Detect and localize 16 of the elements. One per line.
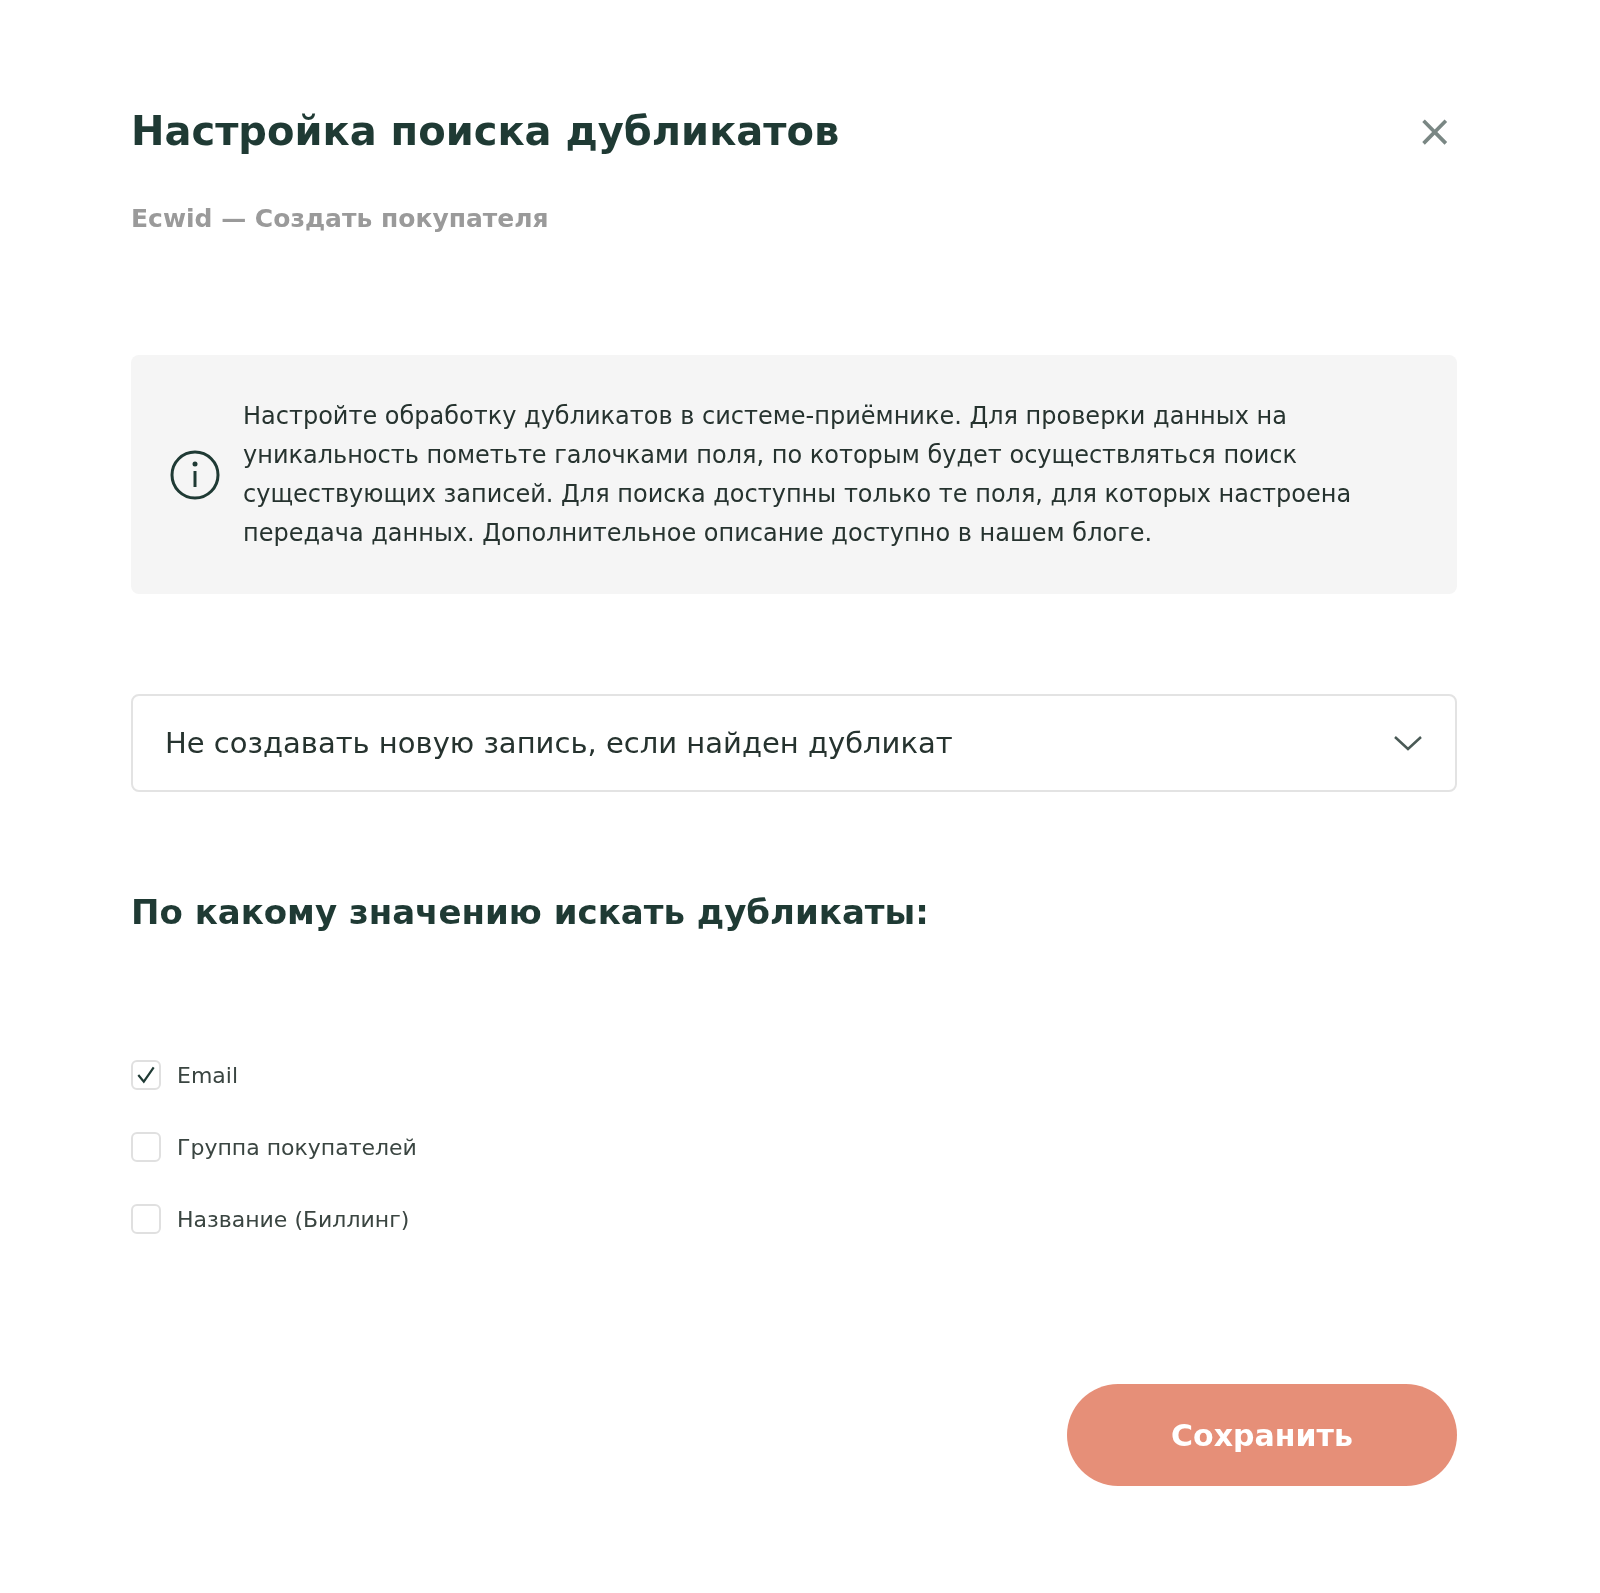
section-heading: По какому значению искать дубликаты: (131, 892, 930, 932)
checkbox-label: Группа покупателей (177, 1134, 417, 1160)
save-button[interactable]: Сохранить (1067, 1384, 1457, 1486)
info-icon (169, 448, 221, 501)
checkbox[interactable] (131, 1132, 161, 1162)
checkbox[interactable] (131, 1060, 161, 1090)
checkmark-icon (135, 1064, 157, 1086)
dialog-subtitle: Ecwid — Создать покупателя (131, 204, 550, 233)
info-text: Настройте обработку дубликатов в системе-приёмнике. Для проверки данных на уникальность пометьте галочками поля, по которым будет осуществляться поиск существующих записей. Для поиска доступны только те поля, для которых настроена передача данных. Дополнительное описание доступно в нашем блоге. (243, 400, 1353, 549)
mode-dropdown[interactable]: Не создавать новую запись, если найден дубликат (131, 694, 1457, 792)
close-button[interactable]: × (1412, 109, 1457, 153)
chevron-down-icon (1393, 734, 1423, 752)
checkbox[interactable] (131, 1204, 161, 1234)
checkbox-label: Название (Биллинг) (177, 1206, 410, 1232)
dialog-title: Настройка поиска дубликатов (131, 108, 840, 154)
checkbox-label: Email (177, 1062, 239, 1088)
